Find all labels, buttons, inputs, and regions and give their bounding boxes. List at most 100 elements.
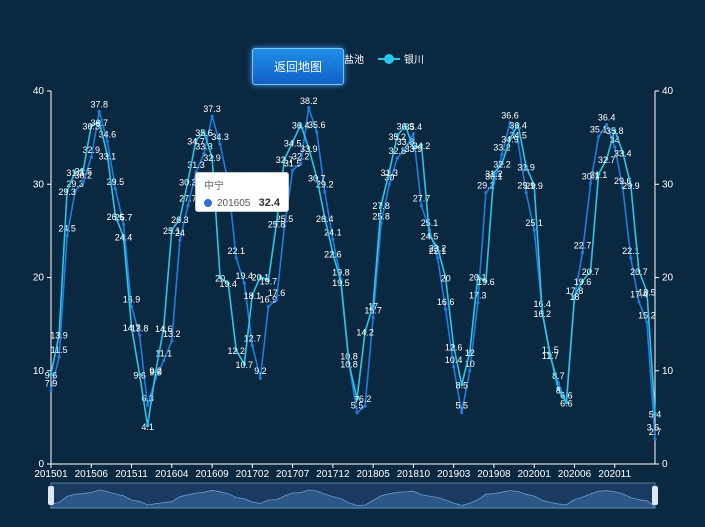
tooltip-value: 32.4 [258, 197, 280, 209]
data-label: 34.5 [284, 138, 302, 148]
data-point [588, 181, 593, 185]
y-tick-label: 0 [662, 459, 668, 470]
line-chart: 0 010 1020 2030 3040 40201501 201506 201511 2016… [33, 86, 674, 509]
data-label: 29.9 [525, 181, 543, 191]
x-tick-label: 201810 [397, 469, 431, 480]
data-point [218, 142, 222, 146]
data-label: 36.4 [598, 113, 616, 123]
data-label: 19.4 [219, 279, 237, 289]
data-label: 17.3 [469, 291, 487, 301]
data-point [435, 256, 440, 260]
data-label: 25.1 [421, 218, 439, 228]
data-point [274, 298, 279, 302]
data-label: 34.2 [413, 141, 431, 151]
data-label: 22.6 [324, 249, 342, 259]
data-point [653, 437, 657, 441]
data-label: 29.5 [107, 177, 125, 187]
data-label: 8 [556, 385, 561, 395]
data-label: 36.6 [501, 111, 519, 121]
data-label: 30.7 [308, 174, 326, 184]
y-tick-label: 40 [662, 86, 674, 97]
x-tick-label: 202011 [598, 469, 631, 480]
zoom-handle-right[interactable] [652, 486, 658, 505]
data-label: 11.5 [51, 345, 68, 355]
data-label: 7 [355, 395, 360, 405]
data-point [266, 304, 271, 309]
data-label: 16.9 [123, 294, 141, 304]
data-label: 32.2 [493, 160, 511, 170]
data-label: 20.7 [630, 267, 648, 277]
data-label: 16.6 [437, 297, 455, 307]
legend-item-yinchuan[interactable]: 银川 [378, 51, 424, 66]
data-label: 23.2 [429, 244, 447, 254]
data-label: 12.2 [227, 346, 245, 356]
data-point [484, 191, 488, 195]
y-tick-label: 10 [33, 366, 45, 377]
data-point [234, 256, 238, 260]
data-label: 32.9 [83, 145, 101, 155]
tooltip-marker-icon [204, 199, 212, 207]
data-label: 6.2 [359, 394, 372, 404]
data-point [186, 204, 190, 208]
data-point [113, 187, 118, 191]
data-label: 27.8 [372, 201, 390, 211]
data-label: 19.5 [332, 278, 350, 288]
data-point [89, 155, 93, 159]
legend: 盐池 银川 [318, 51, 424, 66]
x-tick-label: 201702 [236, 469, 270, 480]
legend-item-yanchi[interactable]: 盐池 [318, 51, 364, 66]
data-label: 20 [441, 274, 451, 284]
data-point [500, 152, 504, 157]
data-point [637, 300, 641, 304]
data-label: 17 [368, 301, 378, 311]
data-point [597, 135, 601, 139]
data-point [210, 114, 214, 118]
y-tick-label: 30 [662, 179, 674, 190]
data-label: 9.2 [254, 366, 267, 376]
data-point [178, 238, 182, 242]
data-label: 18.5 [638, 287, 656, 297]
data-label: 31.1 [590, 170, 608, 180]
x-tick-label: 201604 [155, 469, 189, 480]
data-label: 9.9 [149, 368, 162, 378]
data-label: 29.9 [622, 181, 640, 191]
data-label: 32.7 [276, 155, 294, 165]
data-label: 11.7 [542, 351, 559, 361]
data-label: 14.7 [123, 323, 141, 333]
data-label: 35.6 [195, 128, 213, 138]
data-label: 29.3 [58, 187, 76, 197]
data-label: 32.9 [203, 153, 221, 163]
data-label: 35.8 [606, 126, 624, 136]
y-tick-label: 20 [662, 273, 674, 284]
data-point [355, 411, 359, 415]
data-label: 33.9 [300, 144, 318, 154]
data-point [580, 250, 585, 254]
data-label: 36.4 [292, 121, 310, 131]
data-point [315, 130, 319, 134]
x-tick-label: 201908 [477, 469, 511, 480]
data-point [242, 281, 246, 285]
data-label: 26.6 [107, 212, 125, 222]
data-label: 34.3 [211, 132, 229, 142]
tooltip-category: 201605 [217, 197, 251, 209]
data-label: 26.4 [316, 214, 334, 224]
data-label: 13.9 [50, 330, 68, 340]
legend-line-icon [318, 53, 340, 64]
data-label: 18 [569, 292, 579, 302]
y-tick-label: 20 [33, 273, 45, 284]
data-point [476, 301, 480, 305]
data-point [452, 365, 456, 369]
data-label: 22.1 [227, 246, 245, 256]
data-label: 27.7 [413, 194, 431, 204]
data-point [468, 369, 472, 373]
x-tick-label: 201609 [195, 469, 229, 480]
data-label: 26.3 [171, 215, 189, 225]
data-point [291, 168, 295, 172]
data-label: 24.4 [115, 232, 133, 242]
data-label: 36.3 [397, 122, 415, 132]
data-label: 3.6 [647, 422, 660, 432]
x-tick-label: 202006 [558, 469, 592, 480]
data-label: 31.2 [485, 169, 503, 179]
data-point [137, 333, 142, 337]
zoom-handle-left[interactable] [48, 486, 54, 505]
